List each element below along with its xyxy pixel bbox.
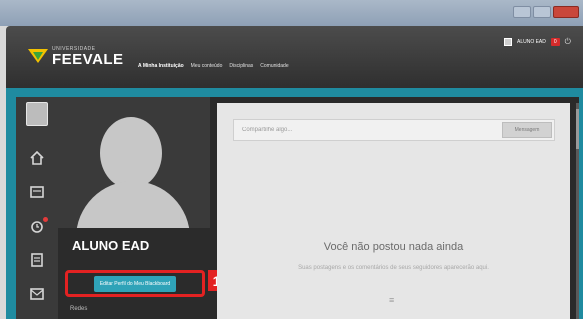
- feevale-logo[interactable]: UNIVERSIDADE FEEVALE: [28, 47, 124, 67]
- profile-name: ALUNO EAD: [72, 238, 150, 253]
- window-controls: [513, 6, 579, 18]
- logo-mark-icon: [28, 49, 48, 65]
- alarm-icon[interactable]: [26, 215, 48, 237]
- sort-icon: ≡: [389, 295, 395, 305]
- nav-item-minha-instituicao[interactable]: A Minha Instituição: [138, 63, 184, 69]
- power-icon[interactable]: ⏻: [565, 38, 571, 46]
- top-nav: A Minha Instituição Meu conteúdo Discipl…: [138, 63, 289, 69]
- window-titlebar: [0, 0, 583, 26]
- maximize-icon[interactable]: [533, 6, 551, 18]
- nav-item-meu-conteudo[interactable]: Meu conteúdo: [191, 63, 223, 69]
- header-user-name[interactable]: ALUNO EAD: [517, 39, 546, 45]
- nav-item-comunidade[interactable]: Comunidade: [260, 63, 288, 69]
- empty-state-title: Você não postou nada ainda: [323, 241, 464, 253]
- rail-avatar-button[interactable]: [26, 102, 48, 126]
- scrollbar[interactable]: [576, 103, 579, 319]
- app-header: UNIVERSIDADE FEEVALE A Minha Instituição…: [6, 26, 583, 88]
- grades-icon[interactable]: [26, 249, 48, 271]
- icon-rail: [16, 97, 58, 319]
- avatar: [26, 102, 48, 126]
- scrollbar-thumb[interactable]: [576, 109, 579, 149]
- minimize-icon[interactable]: [513, 6, 531, 18]
- empty-state-description: Suas postagens e os comentários de seus …: [298, 265, 489, 271]
- profile-panel: ALUNO EAD Editar Perfil do Meu Blackboar…: [58, 97, 225, 319]
- courses-icon[interactable]: [26, 181, 48, 203]
- profile-photo[interactable]: [58, 97, 210, 228]
- main-frame: ALUNO EAD Editar Perfil do Meu Blackboar…: [6, 88, 583, 319]
- home-icon[interactable]: [26, 147, 48, 169]
- highlight-box: Editar Perfil do Meu Blackboard: [65, 270, 205, 297]
- nav-item-disciplinas[interactable]: Disciplinas: [229, 63, 253, 69]
- user-avatar-small: [503, 38, 512, 46]
- activity-feed: Mensagem Você não postou nada ainda Suas…: [217, 103, 570, 319]
- avatar-placeholder-head: [100, 117, 162, 189]
- logo-title: FEEVALE: [52, 51, 124, 68]
- post-button[interactable]: Mensagem: [502, 122, 552, 138]
- notification-badge[interactable]: 0: [550, 38, 560, 46]
- profile-section-label[interactable]: Redes: [70, 306, 87, 312]
- edit-profile-button[interactable]: Editar Perfil do Meu Blackboard: [93, 275, 177, 292]
- close-icon[interactable]: [553, 6, 579, 18]
- user-menu[interactable]: ALUNO EAD 0 ⏻: [503, 38, 571, 46]
- alert-dot: [43, 217, 48, 222]
- post-composer: Mensagem: [233, 119, 555, 141]
- avatar-placeholder-body: [76, 181, 190, 228]
- messages-icon[interactable]: [26, 283, 48, 305]
- main-content: ALUNO EAD Editar Perfil do Meu Blackboar…: [16, 97, 579, 319]
- post-input[interactable]: [234, 120, 502, 140]
